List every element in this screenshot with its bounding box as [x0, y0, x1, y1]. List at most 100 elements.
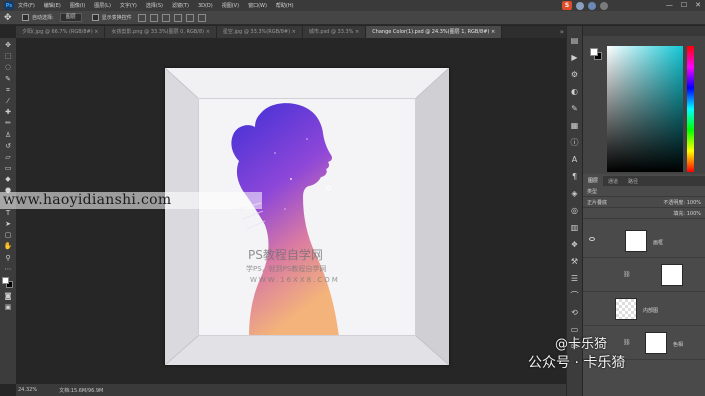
chain-link-icon[interactable]: ⛓: [623, 339, 631, 346]
auto-select-dropdown[interactable]: 图层: [59, 13, 82, 22]
clone-stamp-icon[interactable]: ♙: [2, 130, 14, 141]
show-transform-checkbox[interactable]: [91, 14, 99, 21]
layer-row[interactable]: 画框: [583, 224, 705, 258]
menu-type[interactable]: 文字(Y): [120, 2, 137, 9]
properties-panel-icon[interactable]: ⚙: [570, 66, 580, 83]
maximize-button[interactable]: ☐: [681, 1, 687, 10]
paragraph-panel-icon[interactable]: ¶: [570, 168, 580, 185]
document-canvas[interactable]: [16, 38, 568, 384]
document-size[interactable]: 文档:15.6M/96.9M: [59, 387, 103, 394]
quick-mask-icon[interactable]: ◙: [2, 291, 14, 302]
character-panel-icon[interactable]: A: [570, 151, 580, 168]
history-panel-icon[interactable]: ▤: [570, 32, 580, 49]
blend-mode-dropdown[interactable]: 正片叠底: [587, 199, 607, 206]
crop-icon[interactable]: ⌗: [2, 85, 14, 96]
layer-name[interactable]: 画框: [653, 239, 663, 246]
menu-filter[interactable]: 滤镜(T): [172, 2, 189, 9]
color-picker-field[interactable]: [607, 46, 683, 172]
layer-kind-filter[interactable]: 类型: [587, 188, 597, 195]
align-bottom-icon[interactable]: [161, 13, 170, 22]
3d-panel-icon[interactable]: ◈: [570, 185, 580, 202]
opacity-value[interactable]: 100%: [687, 200, 701, 206]
align-middle-icon[interactable]: [149, 13, 158, 22]
zoom-level[interactable]: 24.32%: [18, 387, 37, 393]
menu-layer[interactable]: 图层(L): [94, 2, 111, 9]
tab-change-color[interactable]: Change Color(1).psd @ 24.3%(图层 1, RGB/8#…: [366, 26, 503, 38]
tray-keyboard-icon[interactable]: [600, 1, 608, 10]
opacity-control[interactable]: 不透明度: 100%: [663, 199, 701, 206]
blur-icon[interactable]: ◆: [2, 174, 14, 185]
tray-status-icon[interactable]: [576, 1, 584, 10]
actions-panel-icon[interactable]: ▶: [570, 49, 580, 66]
move-tool-icon[interactable]: ✥: [4, 13, 14, 23]
adjustments-panel-icon[interactable]: ◐: [570, 83, 580, 100]
menu-3d[interactable]: 3D(D): [198, 3, 213, 9]
align-top-icon[interactable]: [137, 13, 146, 22]
menu-select[interactable]: 选择(S): [146, 2, 163, 9]
swatches-panel-icon[interactable]: ▦: [570, 117, 580, 134]
layer-row[interactable]: 内部图: [583, 292, 705, 326]
tab-sunset[interactable]: 夕阳(.jpg @ 66.7% (RGB/8#) ×: [16, 26, 106, 38]
layer-name[interactable]: 色相: [673, 341, 683, 348]
menu-help[interactable]: 帮助(H): [276, 2, 294, 9]
auto-select-checkbox[interactable]: [22, 14, 29, 21]
color-swatches[interactable]: [2, 276, 14, 291]
history-brush-icon[interactable]: ↺: [2, 141, 14, 152]
tab-girl-silhouette[interactable]: 女孩剪影.png @ 33.3%(图层 0, RGB/8) ×: [105, 26, 217, 38]
rectangle-icon[interactable]: ▢: [2, 230, 14, 241]
brush-panel-icon[interactable]: ✎: [570, 100, 580, 117]
tab-layers[interactable]: 图层: [583, 176, 604, 186]
eraser-icon[interactable]: ▱: [2, 152, 14, 163]
channels-panel-icon[interactable]: ☰: [570, 270, 580, 287]
blend-row: 正片叠底 不透明度: 100%: [583, 197, 705, 208]
more-tools-icon[interactable]: ⋯: [2, 264, 14, 275]
menu-file[interactable]: 文件(F): [18, 2, 35, 9]
quick-select-icon[interactable]: ✎: [2, 74, 14, 85]
paths-panel-icon[interactable]: ⌒: [570, 287, 580, 304]
menu-view[interactable]: 视图(V): [222, 2, 239, 9]
menu-window[interactable]: 窗口(W): [248, 2, 267, 9]
fill-value[interactable]: 100%: [687, 211, 701, 217]
close-button[interactable]: ✕: [695, 1, 701, 10]
tab-starry-sky[interactable]: 星空.jpg @ 33.3%(RGB/8#) ×: [216, 26, 303, 38]
healing-brush-icon[interactable]: ✚: [2, 107, 14, 118]
fill-control[interactable]: 填充: 100%: [673, 210, 701, 217]
menu-edit[interactable]: 编辑(E): [44, 2, 61, 9]
visibility-eye-icon[interactable]: [589, 237, 595, 241]
styles-panel-icon[interactable]: ❖: [570, 236, 580, 253]
tab-channels[interactable]: 通道: [603, 178, 623, 185]
align-right-icon[interactable]: [197, 13, 206, 22]
color-panel-tabs[interactable]: [583, 26, 705, 36]
align-left-icon[interactable]: [173, 13, 182, 22]
move-icon[interactable]: ✥: [2, 40, 14, 51]
eyedropper-icon[interactable]: ⁄: [2, 96, 14, 107]
lasso-icon[interactable]: ◌: [2, 62, 14, 73]
gradient-icon[interactable]: ▭: [2, 163, 14, 174]
clone-source-icon[interactable]: ⟲: [570, 304, 580, 321]
info-panel-icon[interactable]: ⓘ: [570, 134, 580, 151]
sogou-input-icon[interactable]: S: [562, 1, 572, 10]
tray-mic-icon[interactable]: [588, 1, 596, 10]
chain-link-icon[interactable]: ⛓: [623, 271, 631, 278]
type-icon[interactable]: T: [2, 208, 14, 219]
minimize-button[interactable]: —: [666, 1, 673, 10]
navigator-panel-icon[interactable]: ◎: [570, 202, 580, 219]
tab-city[interactable]: 城市.psd @ 33.3% ×: [302, 26, 367, 38]
brush-icon[interactable]: ✏: [2, 118, 14, 129]
zoom-icon[interactable]: ⚲: [2, 253, 14, 264]
foreground-color-swatch[interactable]: [2, 276, 9, 284]
layer-name[interactable]: 内部图: [643, 307, 658, 314]
path-select-icon[interactable]: ➤: [2, 219, 14, 230]
hand-icon[interactable]: ✋: [2, 241, 14, 252]
layer-row[interactable]: ⛓: [583, 258, 705, 292]
tool-presets-icon[interactable]: ⚒: [570, 253, 580, 270]
tab-paths[interactable]: 路径: [623, 178, 643, 185]
hue-slider[interactable]: [687, 46, 694, 172]
color-panel-foreground-swatch[interactable]: [590, 48, 598, 56]
photoshop-logo-icon[interactable]: Ps: [4, 1, 14, 10]
menu-image[interactable]: 图像(I): [70, 2, 85, 9]
marquee-icon[interactable]: ⬚: [2, 51, 14, 62]
libraries-panel-icon[interactable]: ▥: [570, 219, 580, 236]
align-center-icon[interactable]: [185, 13, 194, 22]
screen-mode-icon[interactable]: ▣: [2, 302, 14, 313]
